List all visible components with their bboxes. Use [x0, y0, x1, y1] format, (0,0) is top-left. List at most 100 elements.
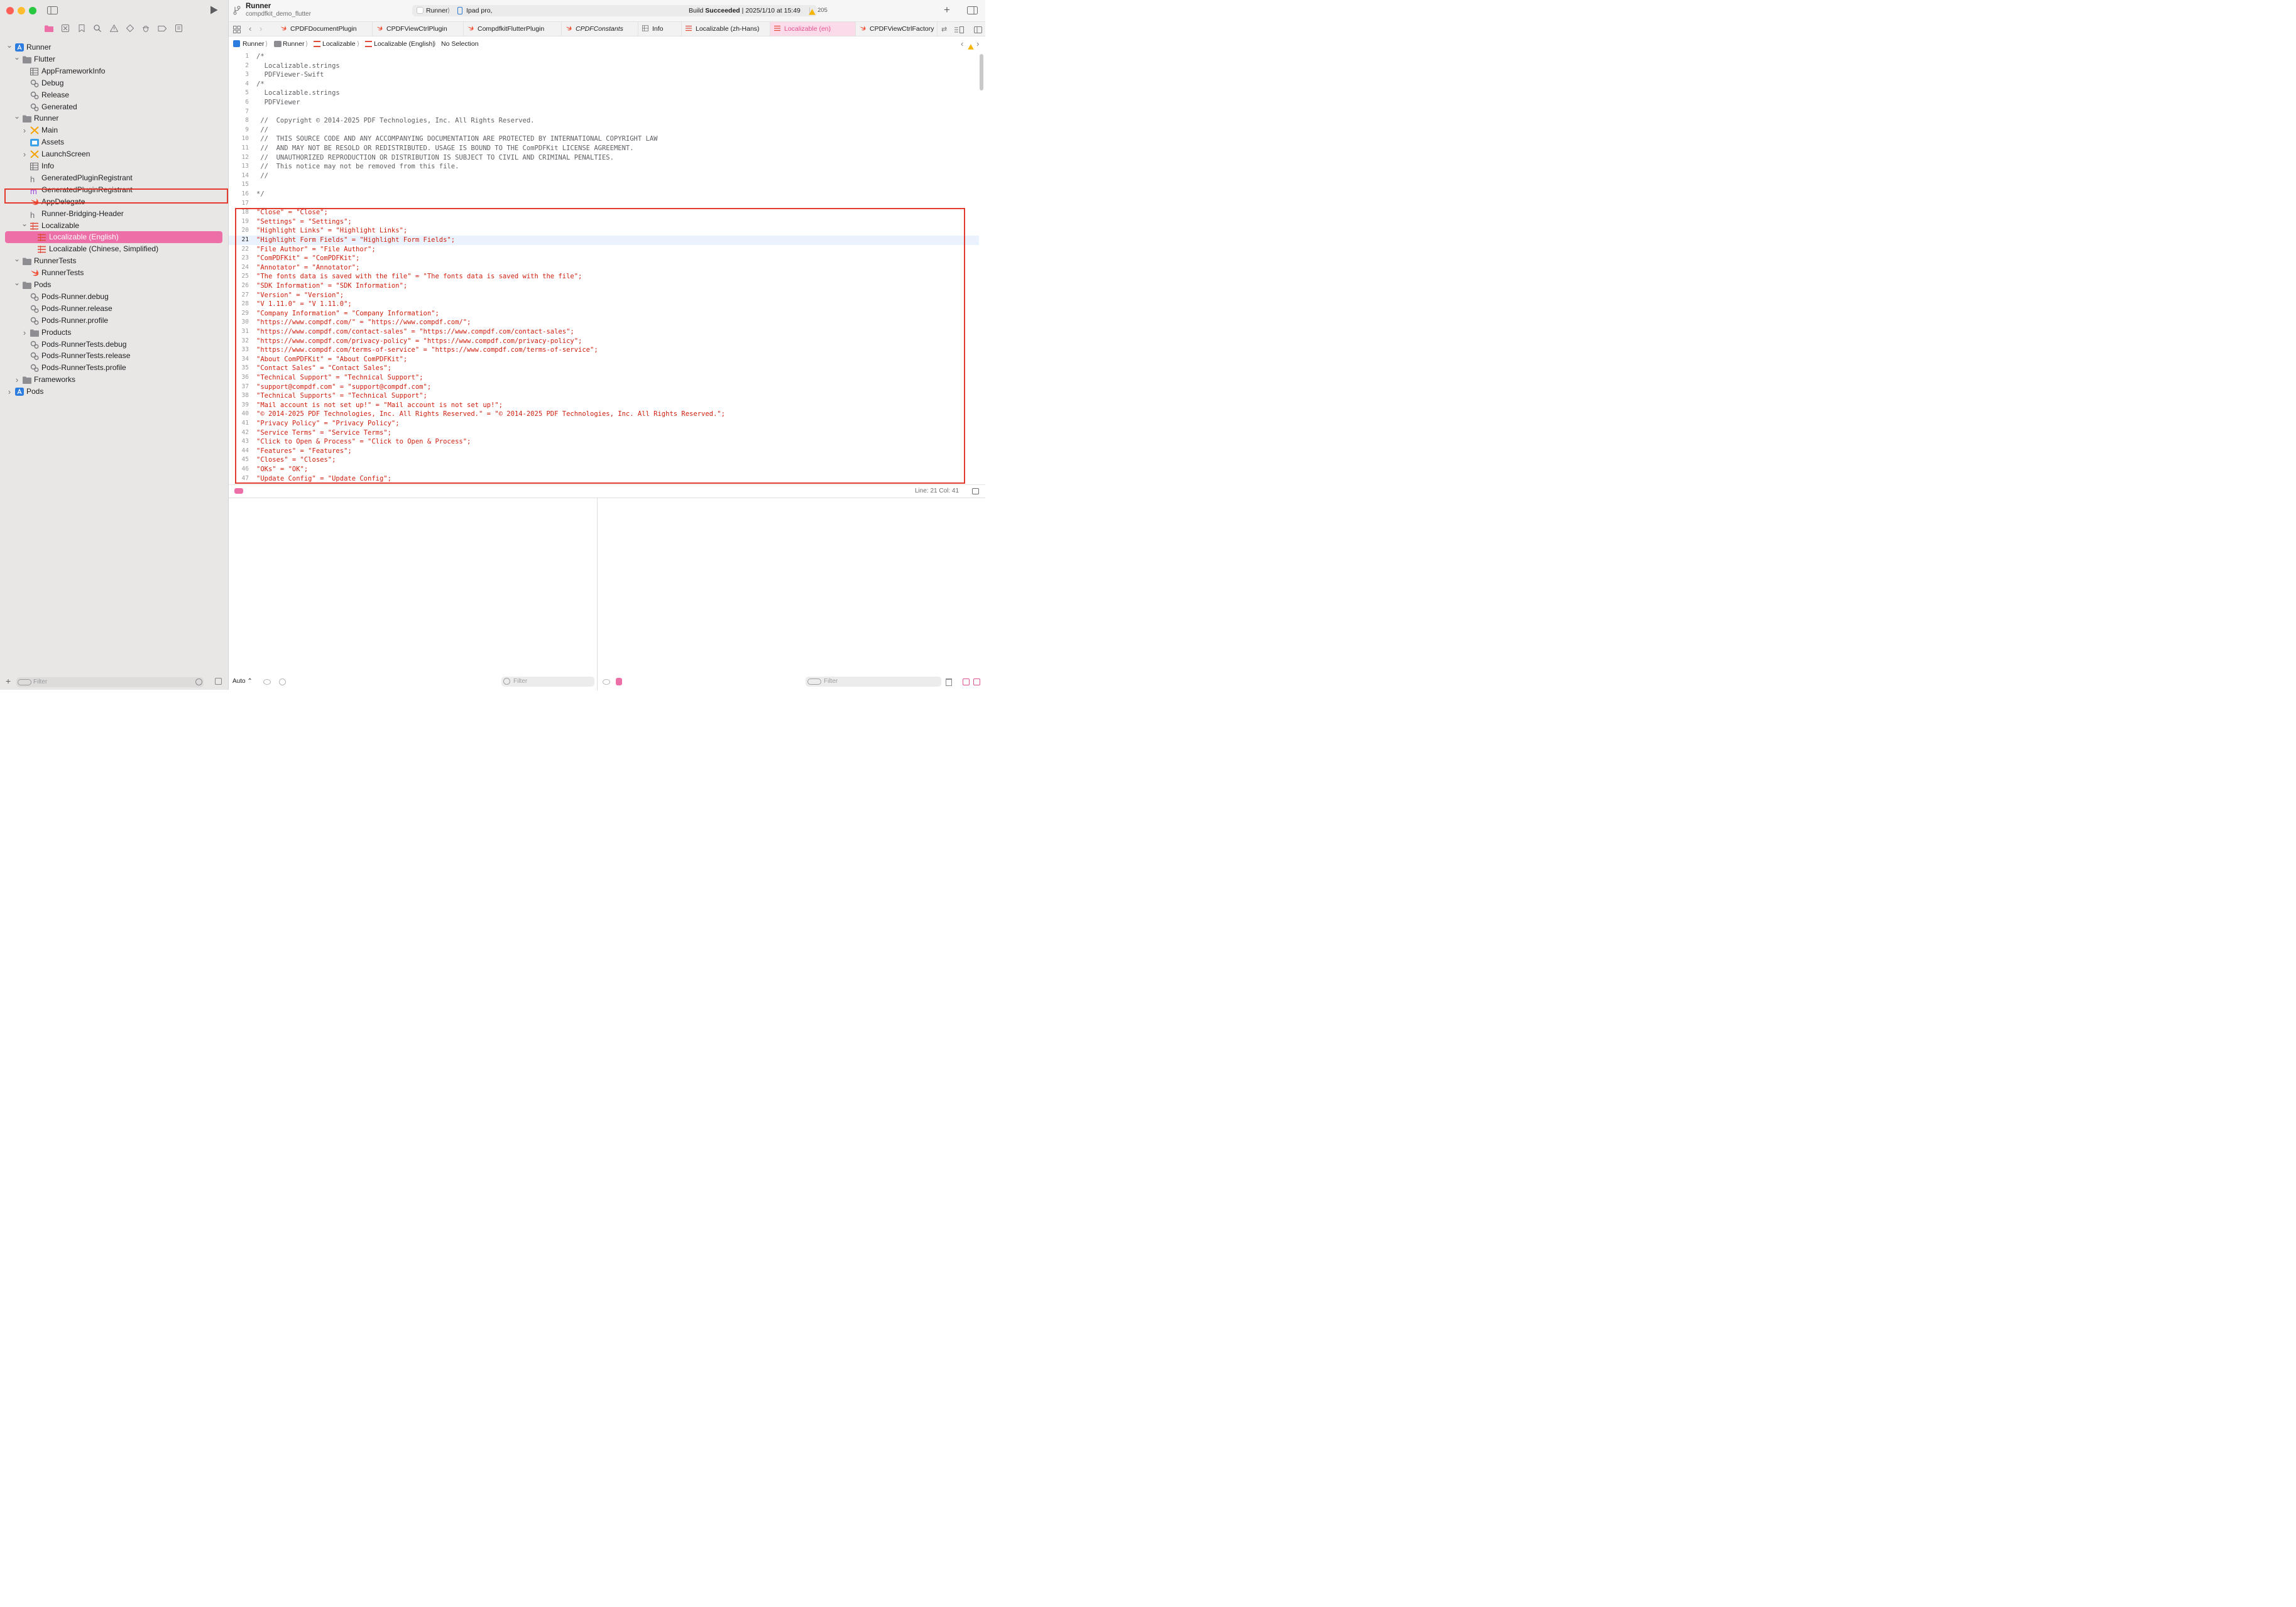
- project-navigator-icon[interactable]: [43, 23, 55, 34]
- show-console-icon[interactable]: [973, 678, 980, 685]
- show-variables-icon[interactable]: [963, 678, 970, 685]
- variables-filter-field[interactable]: Filter: [501, 677, 594, 687]
- add-library-icon[interactable]: +: [944, 4, 950, 15]
- tree-item[interactable]: ⌄ Flutter: [0, 53, 228, 65]
- chevron-down-icon[interactable]: ⌄: [13, 52, 21, 63]
- tree-item[interactable]: Pods-Runner.debug: [0, 291, 228, 303]
- find-navigator-icon[interactable]: [92, 23, 103, 34]
- editor-tab[interactable]: CPDFDocumentPlugin: [276, 22, 373, 36]
- debug-split-divider[interactable]: [597, 498, 598, 690]
- next-issue-chevron-icon[interactable]: ›: [976, 38, 979, 50]
- editor-tab[interactable]: CPDFViewCtrlFactory: [856, 22, 938, 36]
- quick-look-icon[interactable]: [263, 679, 271, 685]
- breakpoint-navigator-icon[interactable]: [156, 23, 168, 34]
- code-line[interactable]: // UNAUTHORIZED REPRODUCTION OR DISTRIBU…: [256, 153, 614, 163]
- forward-chevron-icon[interactable]: ›: [260, 24, 262, 33]
- code-line[interactable]: PDFViewer-Swift: [256, 70, 324, 80]
- hide-debug-area-icon[interactable]: [972, 488, 979, 494]
- code-line[interactable]: // AND MAY NOT BE RESOLD OR REDISTRIBUTE…: [256, 144, 633, 153]
- chevron-right-icon[interactable]: ›: [21, 148, 28, 160]
- chevron-down-icon[interactable]: ⌄: [6, 40, 13, 52]
- tree-item[interactable]: ⌄ Pods: [0, 277, 228, 291]
- back-chevron-icon[interactable]: ‹: [249, 24, 251, 33]
- console-output-icon[interactable]: [616, 678, 622, 685]
- editor-tab[interactable]: CompdfkitFlutterPlugin: [464, 22, 562, 36]
- editor-tab[interactable]: CPDFViewCtrlPlugin: [373, 22, 464, 36]
- tree-item[interactable]: Release: [0, 89, 228, 101]
- minimize-window-button[interactable]: [18, 7, 25, 14]
- code-line[interactable]: Localizable.strings: [256, 62, 340, 71]
- report-navigator-icon[interactable]: [173, 23, 184, 34]
- warning-count[interactable]: 205: [817, 7, 828, 14]
- chevron-right-icon[interactable]: ›: [6, 386, 13, 398]
- bookmark-navigator-icon[interactable]: [76, 23, 87, 34]
- chevron-down-icon[interactable]: ⌄: [21, 218, 28, 230]
- chevron-right-icon[interactable]: ›: [21, 124, 28, 136]
- console-eye-icon[interactable]: [603, 679, 610, 685]
- tree-item[interactable]: › Main: [0, 124, 228, 136]
- tree-item[interactable]: Localizable (Chinese, Simplified): [0, 243, 228, 255]
- tree-item[interactable]: Debug: [0, 77, 228, 89]
- editor-tab[interactable]: CPDFConstants: [562, 22, 638, 36]
- editor-tab[interactable]: Localizable (zh-Hans): [682, 22, 770, 36]
- test-navigator-icon[interactable]: [124, 23, 136, 34]
- tree-item[interactable]: Localizable (English): [0, 231, 228, 244]
- tree-item[interactable]: › LaunchScreen: [0, 148, 228, 160]
- tree-item[interactable]: Generated: [0, 101, 228, 113]
- trash-icon[interactable]: [946, 678, 952, 686]
- code-line[interactable]: Localizable.strings: [256, 89, 340, 98]
- editor-options-icon[interactable]: [954, 25, 964, 36]
- recent-files-icon[interactable]: [195, 678, 202, 685]
- tree-item[interactable]: AppFrameworkInfo: [0, 65, 228, 77]
- scheme-title[interactable]: Runner: [246, 3, 271, 10]
- tree-item[interactable]: h Runner-Bridging-Header: [0, 208, 228, 220]
- split-editor-icon[interactable]: [974, 25, 982, 36]
- toggle-inspector-icon[interactable]: [967, 6, 978, 18]
- breadcrumb-localizable-english[interactable]: Localizable (English): [374, 38, 435, 50]
- debug-navigator-icon[interactable]: [140, 23, 151, 34]
- destination-scheme[interactable]: Runner: [426, 5, 447, 16]
- source-control-filter-icon[interactable]: [215, 678, 222, 685]
- editor-scrollbar[interactable]: [980, 54, 983, 90]
- tree-item[interactable]: RunnerTests: [0, 267, 228, 279]
- breadcrumb-localizable[interactable]: Localizable: [322, 38, 356, 50]
- tree-item[interactable]: › Frameworks: [0, 374, 228, 386]
- run-button[interactable]: [210, 6, 218, 18]
- info-icon[interactable]: [279, 678, 286, 685]
- editor-tab[interactable]: Info: [638, 22, 682, 36]
- tree-item[interactable]: ⌄ Localizable: [0, 218, 228, 232]
- code-line[interactable]: // Copyright © 2014-2025 PDF Technologie…: [256, 116, 534, 126]
- tree-item[interactable]: h GeneratedPluginRegistrant: [0, 172, 228, 184]
- tree-item[interactable]: Pods-Runner.release: [0, 303, 228, 315]
- editor-tab[interactable]: Localizable (en): [770, 22, 856, 36]
- chevron-down-icon[interactable]: ⌄: [13, 111, 21, 123]
- warning-icon[interactable]: [809, 7, 816, 18]
- code-line[interactable]: PDFViewer: [256, 98, 300, 107]
- breadcrumb-runner-project[interactable]: Runner: [243, 38, 264, 50]
- chevron-down-icon[interactable]: ⌄: [13, 277, 21, 289]
- code-line[interactable]: // THIS SOURCE CODE AND ANY ACCOMPANYING…: [256, 134, 657, 144]
- chevron-right-icon[interactable]: ›: [21, 327, 28, 339]
- tree-item[interactable]: › Pods: [0, 386, 228, 398]
- code-line[interactable]: //: [256, 172, 268, 181]
- add-file-icon[interactable]: +: [6, 676, 11, 686]
- branch-icon[interactable]: [233, 6, 241, 18]
- code-line[interactable]: // This notice may not be removed from t…: [256, 162, 459, 172]
- destination-device[interactable]: Ipad pro,: [466, 5, 492, 16]
- tree-item[interactable]: › Products: [0, 327, 228, 339]
- code-line[interactable]: //: [256, 126, 268, 135]
- tree-item[interactable]: Pods-RunnerTests.profile: [0, 362, 228, 374]
- navigator-filter-field[interactable]: Filter: [16, 677, 204, 687]
- tree-item[interactable]: ⌄ Runner: [0, 112, 228, 124]
- variables-scope-select[interactable]: Auto ⌃: [232, 678, 253, 685]
- code-line[interactable]: /*: [256, 52, 265, 62]
- debug-area-toggle-icon[interactable]: [234, 488, 243, 494]
- console-filter-field[interactable]: Filter: [806, 677, 941, 687]
- tree-item[interactable]: Info: [0, 160, 228, 172]
- breadcrumb-runner-group[interactable]: Runner: [283, 38, 304, 50]
- zoom-window-button[interactable]: [29, 7, 36, 14]
- tree-item[interactable]: Pods-RunnerTests.release: [0, 350, 228, 362]
- source-control-navigator-icon[interactable]: [60, 23, 71, 34]
- close-window-button[interactable]: [6, 7, 14, 14]
- chevron-right-icon[interactable]: ›: [13, 374, 21, 386]
